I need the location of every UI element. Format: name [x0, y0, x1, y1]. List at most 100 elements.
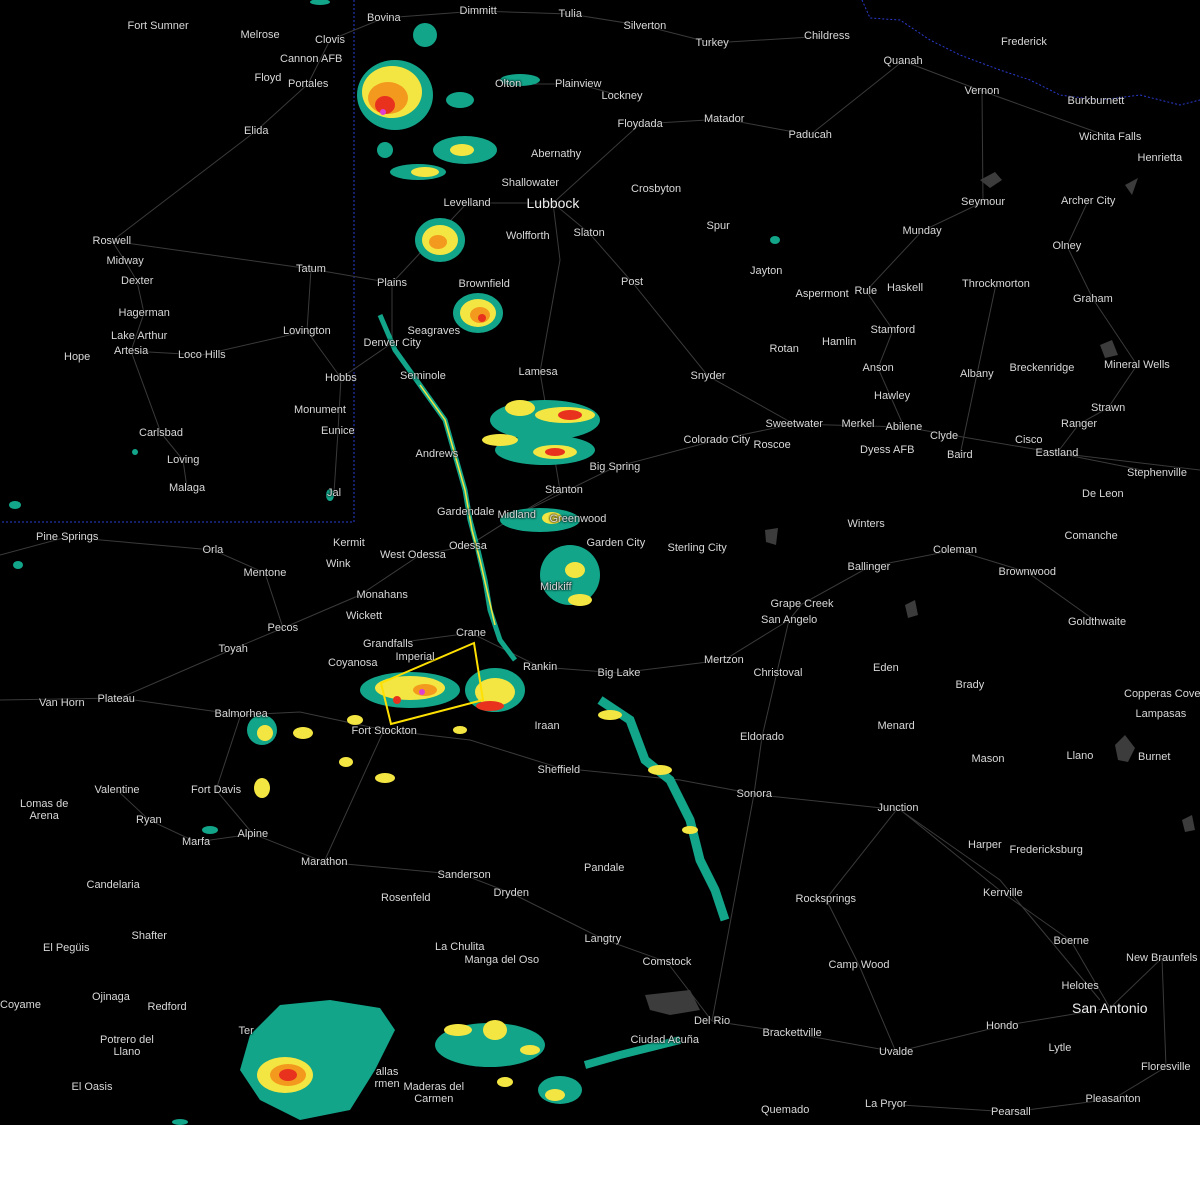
city-label: Vernon	[964, 85, 1000, 97]
city-label: Dimmitt	[459, 5, 497, 17]
city-label: Uvalde	[879, 1046, 914, 1058]
city-label: Silverton	[623, 20, 667, 32]
city-label: Van Horn	[39, 697, 85, 709]
city-label: Winters	[847, 518, 885, 530]
city-label: Rosenfeld	[381, 892, 431, 904]
city-label: Floydada	[617, 118, 663, 130]
city-label: Colorado City	[683, 434, 751, 446]
city-label: Eastland	[1035, 447, 1079, 459]
city-label: Lampasas	[1135, 708, 1187, 720]
city-label: Henrietta	[1137, 152, 1183, 164]
city-label: Levelland	[443, 197, 491, 209]
city-label: Toyah	[218, 643, 248, 655]
city-label: Plains	[377, 277, 407, 289]
city-label: Fort Sumner	[127, 20, 189, 32]
city-label: Wolfforth	[506, 230, 550, 242]
city-label: Hagerman	[118, 307, 170, 319]
city-label: Dryden	[493, 887, 529, 899]
city-label: Iraan	[534, 720, 560, 732]
city-label: Olton	[495, 78, 522, 90]
city-label: Redford	[147, 1001, 187, 1013]
city-label: Imperial	[395, 651, 435, 663]
city-label: Graham	[1073, 293, 1113, 305]
city-label: Roscoe	[753, 439, 791, 451]
city-label: Lake Arthur	[111, 330, 168, 342]
city-label: Ciudad Acuña	[630, 1034, 700, 1046]
city-label: Wink	[326, 558, 351, 570]
city-label: New Braunfels	[1126, 952, 1198, 964]
city-label: Roswell	[92, 235, 132, 247]
city-label: Slaton	[573, 227, 605, 239]
city-label: Carlsbad	[139, 427, 184, 439]
city-label: Sonora	[736, 788, 772, 800]
city-label: Anson	[862, 362, 894, 374]
city-label: Cannon AFB	[280, 53, 343, 65]
city-label: Plainview	[555, 78, 602, 90]
city-label: Ojinaga	[92, 991, 130, 1003]
city-label: Menard	[877, 720, 915, 732]
city-label: Midkiff	[540, 581, 572, 593]
city-label: Coleman	[933, 544, 978, 556]
city-label: La Chulita	[435, 941, 485, 953]
city-label: Burnet	[1138, 751, 1171, 763]
city-label: Matador	[704, 113, 745, 125]
city-label: Wickett	[346, 610, 383, 622]
city-label: Valentine	[94, 784, 140, 796]
city-label: Potrero del Llano	[100, 1034, 154, 1058]
city-label: Monahans	[356, 589, 408, 601]
city-label: Rocksprings	[795, 893, 857, 905]
city-label: Maderas del Carmen	[403, 1081, 465, 1105]
city-label: Sanderson	[437, 869, 491, 881]
city-label: Harper	[968, 839, 1002, 851]
radar-map[interactable]: Fort Sumner Melrose Clovis Cannon AFB Bovina…	[0, 0, 1200, 1125]
city-label: Stanton	[545, 484, 583, 496]
city-label: Munday	[902, 225, 942, 237]
city-label: Kerrville	[983, 887, 1023, 899]
city-label: San Angelo	[761, 614, 818, 626]
city-label: Seminole	[400, 370, 446, 382]
city-label: Shafter	[131, 930, 167, 942]
city-label: Goldthwaite	[1068, 616, 1127, 628]
city-label: La Pryor	[865, 1098, 907, 1110]
city-label: Hawley	[874, 390, 911, 402]
city-label: Lockney	[601, 90, 643, 102]
city-label: Hondo	[986, 1020, 1019, 1032]
city-label: Mertzon	[704, 654, 744, 666]
city-label: Hobbs	[325, 372, 357, 384]
city-label: Frederick	[1001, 36, 1047, 48]
city-label: Odessa	[449, 540, 487, 552]
city-label: Del Rio	[694, 1015, 731, 1027]
city-label: Lamesa	[518, 366, 558, 378]
city-label: Snyder	[690, 370, 726, 382]
city-label: El Oasis	[71, 1081, 113, 1093]
city-label: Clovis	[315, 34, 345, 46]
city-label: Paducah	[788, 129, 832, 141]
city-label: Ter	[238, 1025, 254, 1037]
city-label: Crane	[456, 627, 486, 639]
city-label: Dyess AFB	[860, 444, 915, 456]
city-label: Sweetwater	[765, 418, 823, 430]
city-label: Melrose	[240, 29, 280, 41]
city-label: Rule	[854, 285, 878, 297]
city-label: Aspermont	[795, 288, 849, 300]
city-label: Jal	[327, 487, 342, 499]
city-label: Junction	[877, 802, 919, 814]
city-label: Quanah	[883, 55, 923, 67]
city-label: Albany	[960, 368, 994, 380]
city-label: Denver City	[363, 337, 421, 349]
city-label: Marathon	[301, 856, 348, 868]
city-label: Comanche	[1064, 530, 1118, 542]
city-label: Fredericksburg	[1009, 844, 1083, 856]
city-label: Langtry	[584, 933, 622, 945]
city-label: Mineral Wells	[1104, 359, 1170, 371]
city-label: Brownwood	[998, 566, 1056, 578]
city-label: Pecos	[267, 622, 299, 634]
city-label: Mason	[971, 753, 1005, 765]
roads	[0, 10, 1200, 1113]
city-label: Clyde	[930, 430, 959, 442]
city-label: Lomas de Arena	[20, 798, 69, 822]
city-label: Dexter	[121, 275, 154, 287]
city-label: Tulia	[558, 8, 582, 20]
city-label: Tatum	[296, 263, 326, 275]
city-label: Pine Springs	[36, 531, 99, 543]
